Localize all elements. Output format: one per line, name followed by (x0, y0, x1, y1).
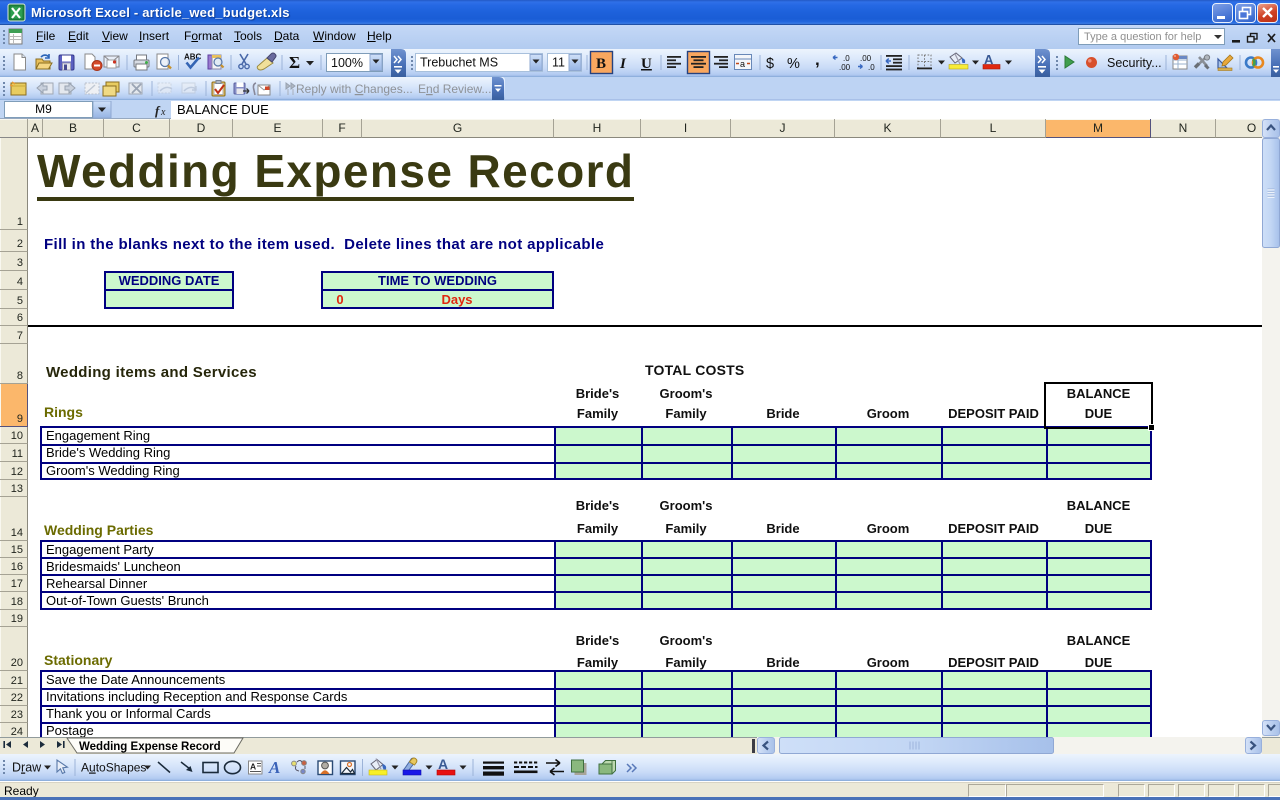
svg-text:Σ: Σ (289, 53, 300, 72)
svg-text:Wedding Expense Record: Wedding Expense Record (79, 741, 221, 753)
svg-text:B: B (596, 56, 606, 72)
svg-text:,: , (815, 50, 820, 69)
svg-text:Reply with Changes...: Reply with Changes... (296, 82, 413, 96)
svg-text:.0: .0 (868, 63, 875, 72)
svg-text:.0: .0 (843, 54, 850, 63)
svg-text:100%: 100% (331, 56, 363, 70)
svg-text:Trebuchet MS: Trebuchet MS (420, 56, 498, 70)
svg-text:End Review...: End Review... (418, 82, 491, 96)
svg-text:11: 11 (552, 56, 565, 70)
svg-text:.00: .00 (839, 63, 851, 72)
svg-text:A: A (268, 758, 280, 777)
svg-text:a: a (740, 59, 745, 69)
svg-text:ABC: ABC (184, 53, 202, 62)
svg-text:I: I (619, 56, 627, 72)
svg-text:.00: .00 (860, 54, 872, 63)
svg-text:A: A (438, 756, 448, 772)
svg-text:U: U (641, 56, 652, 72)
svg-text:%: % (787, 56, 800, 72)
svg-text:Draw: Draw (12, 761, 42, 775)
svg-text:$: $ (766, 56, 774, 72)
svg-text:x: x (160, 107, 166, 118)
svg-text:A: A (250, 762, 256, 772)
svg-text:Security...: Security... (1107, 56, 1162, 70)
svg-text:AutoShapes: AutoShapes (81, 761, 146, 775)
